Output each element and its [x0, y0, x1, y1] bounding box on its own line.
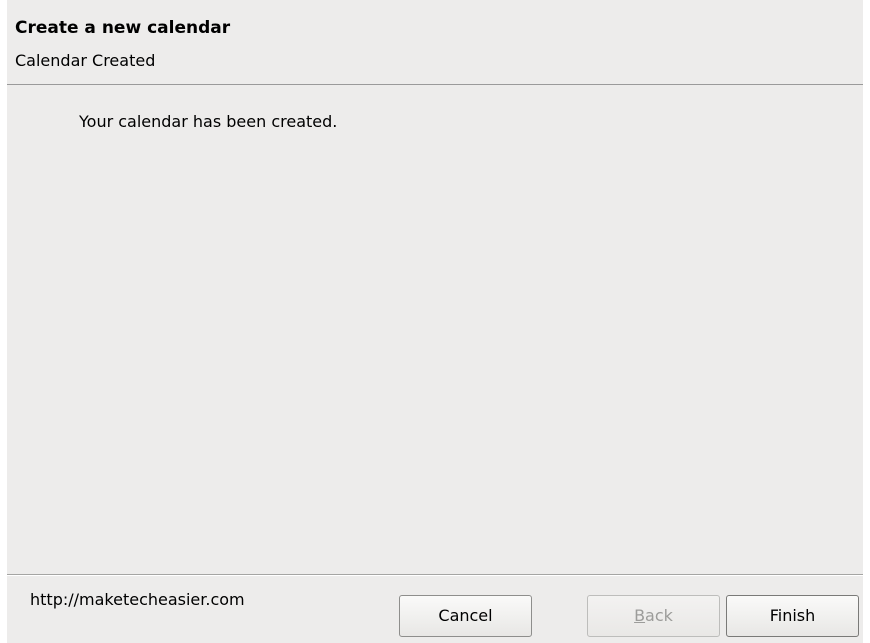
dialog-content: Your calendar has been created.: [7, 85, 863, 574]
dialog-title: Create a new calendar: [15, 18, 231, 38]
cancel-button[interactable]: Cancel: [399, 595, 532, 637]
dialog-header: Create a new calendar Calendar Created: [7, 0, 863, 85]
confirmation-message: Your calendar has been created.: [79, 112, 338, 131]
back-button-mnemonic: B: [634, 606, 646, 625]
dialog-subtitle: Calendar Created: [15, 51, 156, 70]
footer-watermark-text: http://maketecheasier.com: [30, 590, 245, 609]
create-calendar-dialog: Create a new calendar Calendar Created Y…: [7, 0, 863, 643]
finish-button[interactable]: Finish: [726, 595, 859, 637]
footer-separator: [7, 574, 863, 576]
back-button-label: ack: [645, 606, 673, 625]
back-button[interactable]: Back: [587, 595, 720, 637]
